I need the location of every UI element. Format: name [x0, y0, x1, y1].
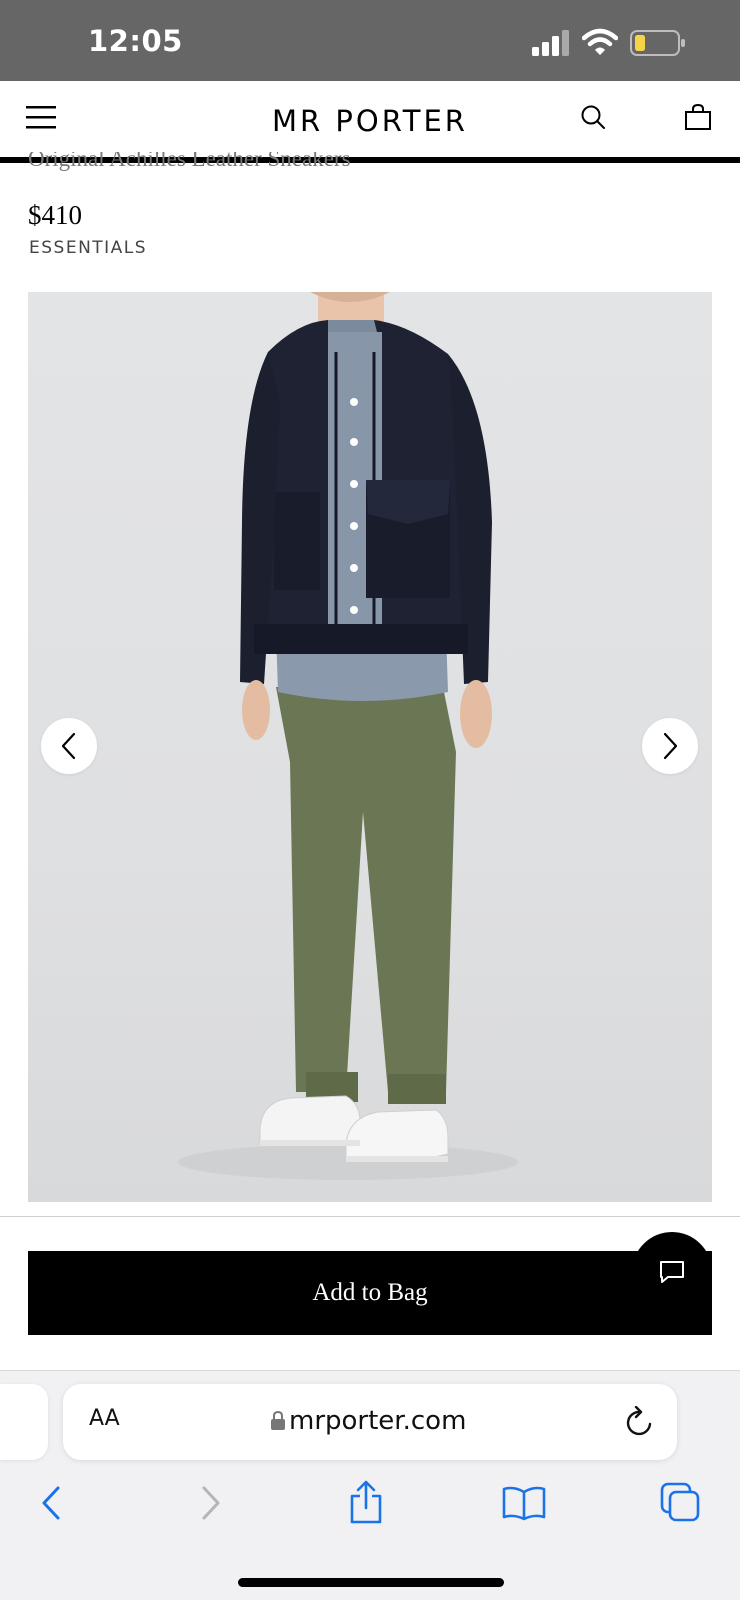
gallery-prev-button[interactable]: [41, 718, 97, 774]
wifi-icon: [582, 28, 618, 55]
previous-tab-preview[interactable]: [0, 1384, 48, 1460]
back-icon[interactable]: [36, 1485, 66, 1521]
home-indicator: [238, 1578, 504, 1587]
add-to-bag-button[interactable]: Add to Bag: [28, 1251, 712, 1335]
status-bar: 12:05: [0, 0, 740, 81]
tabs-icon[interactable]: [660, 1482, 700, 1522]
forward-icon[interactable]: [196, 1485, 226, 1521]
share-icon[interactable]: [348, 1480, 384, 1524]
chevron-right-icon: [663, 732, 678, 760]
url-text: mrporter.com: [289, 1406, 467, 1436]
cellular-signal-icon: [532, 30, 569, 56]
battery-icon: [630, 30, 685, 56]
search-icon[interactable]: [580, 104, 606, 130]
product-price: $410: [28, 200, 82, 230]
chat-icon: [660, 1261, 684, 1283]
text-size-button[interactable]: AA: [89, 1406, 120, 1431]
text-size-label: AA: [89, 1406, 120, 1431]
product-image[interactable]: [28, 292, 712, 1202]
gallery-next-button[interactable]: [642, 718, 698, 774]
reload-icon[interactable]: [625, 1406, 655, 1438]
chevron-left-icon: [61, 732, 76, 760]
url-display[interactable]: mrporter.com: [270, 1405, 466, 1437]
brand-logo[interactable]: MR PORTER: [0, 104, 740, 138]
status-time: 12:05: [88, 24, 183, 58]
lock-icon: [271, 1411, 285, 1430]
model-photo: [178, 292, 518, 1180]
chat-button[interactable]: [632, 1232, 712, 1312]
bookmarks-icon[interactable]: [502, 1485, 546, 1521]
section-divider: [0, 1216, 740, 1217]
bag-icon[interactable]: [684, 103, 712, 131]
product-collection[interactable]: ESSENTIALS: [29, 238, 147, 258]
product-name: Original Achilles Leather Sneakers: [28, 152, 351, 171]
